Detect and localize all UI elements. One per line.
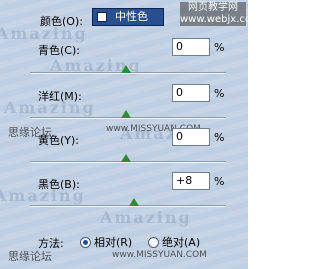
magenta-input[interactable]: 0 [172,84,210,102]
absolute-radio[interactable] [148,236,159,248]
method-label: 方法: [38,237,64,250]
method-absolute-option[interactable]: 绝对(A) [148,234,200,250]
magenta-label: 洋红(M): [38,90,82,103]
black-slider-thumb[interactable] [129,198,139,206]
relative-radio-label[interactable]: 相对(R) [94,234,132,250]
black-slider-track[interactable] [30,205,226,207]
yellow-label: 黄色(Y): [38,134,80,147]
cyan-slider-thumb[interactable] [121,65,131,73]
watermark-site: www.MISSYUAN.COM [112,250,207,260]
cyan-percent-sign: % [214,41,225,54]
colors-dropdown[interactable]: 中性色 [92,8,164,26]
method-relative-option[interactable]: 相对(R) [80,234,132,250]
black-percent-sign: % [214,175,225,188]
relative-radio[interactable] [80,236,91,248]
watermark-amazing: Amazing [100,208,192,227]
watermark-badge-url: www.webjx.com [180,14,261,25]
cyan-input[interactable]: 0 [172,38,210,56]
watermark-badge: 网页教学网 www.webjx.com [180,2,261,26]
yellow-percent-sign: % [214,131,225,144]
colors-dropdown-value: 中性色 [115,10,148,23]
black-input[interactable]: +8 [172,172,210,190]
yellow-input[interactable]: 0 [172,128,210,146]
color-swatch-icon [97,12,107,22]
magenta-percent-sign: % [214,87,225,100]
watermark-badge-title: 网页教学网 [188,2,238,13]
colors-label: 颜色(O): [40,15,83,28]
selective-color-panel: Amazing Amazing Amazing Amazing Amazing … [0,0,261,269]
yellow-slider-thumb[interactable] [121,154,131,162]
absolute-radio-label[interactable]: 绝对(A) [162,234,200,250]
black-label: 黑色(B): [38,178,80,191]
cyan-label: 青色(C): [38,44,80,57]
magenta-slider-thumb[interactable] [121,110,131,118]
